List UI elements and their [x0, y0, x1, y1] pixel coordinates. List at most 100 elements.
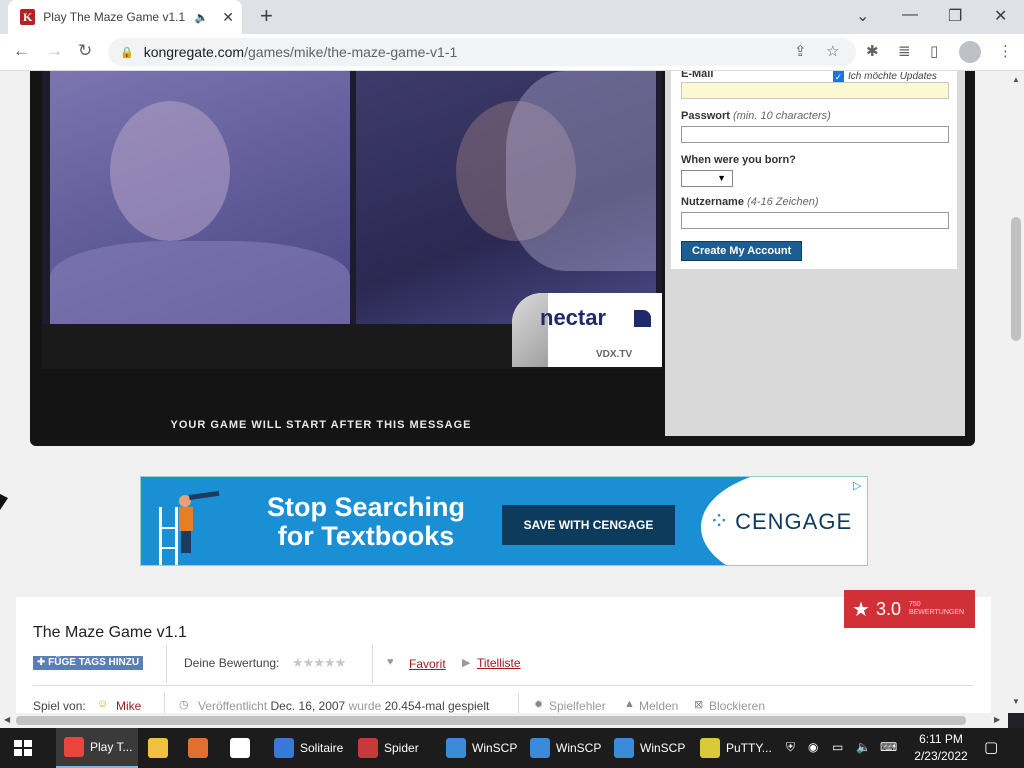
warning-icon[interactable]: ▲: [624, 698, 635, 710]
author-label: Spiel von:: [33, 699, 86, 713]
game-start-message: YOUR GAME WILL START AFTER THIS MESSAGE: [170, 419, 472, 431]
info-divider: [33, 685, 973, 686]
ad-image-man: [356, 71, 656, 324]
lock-icon[interactable]: 🔒: [120, 46, 134, 59]
taskbar-item[interactable]: Play T...: [56, 728, 138, 768]
horizontal-scrollbar[interactable]: ◀ ▶: [0, 713, 1008, 728]
media-control-icon[interactable]: ≣: [898, 42, 911, 60]
taskbar-item-label: Spider: [384, 741, 419, 755]
published-date: Dec. 16, 2007: [270, 699, 346, 713]
url-text: kongregate.com/games/mike/the-maze-game-…: [144, 44, 458, 60]
security-shield-icon[interactable]: ⛨: [786, 740, 795, 755]
cengage-banner-ad[interactable]: Stop Searching for Textbooks SAVE WITH C…: [140, 476, 868, 566]
ad-image-woman: [50, 71, 350, 331]
taskbar-item[interactable]: WinSCP: [606, 728, 688, 768]
favorite-link[interactable]: Favorit: [409, 657, 446, 671]
heart-icon[interactable]: ♥: [387, 656, 394, 668]
network-icon[interactable]: ▭: [832, 740, 843, 754]
create-account-button[interactable]: Create My Account: [681, 241, 803, 261]
birthdate-select[interactable]: ▼: [681, 170, 733, 187]
menu-dots-icon[interactable]: ⋮: [998, 42, 1013, 60]
chrome-tray-icon[interactable]: ◉: [808, 740, 818, 754]
ad-headline: Stop Searching for Textbooks: [241, 493, 491, 551]
scroll-up-icon[interactable]: ▲: [1012, 75, 1020, 84]
bug-icon[interactable]: ✹: [534, 698, 543, 711]
tab-title: Play The Maze Game v1.1, a: [43, 10, 185, 24]
new-tab-button[interactable]: +: [260, 5, 273, 27]
bookmark-star-icon[interactable]: ☆: [826, 42, 839, 60]
taskbar-item-label: Play T...: [90, 740, 133, 754]
profile-avatar-icon[interactable]: [959, 41, 981, 63]
taskbar-item[interactable]: [140, 728, 178, 768]
tab-close-icon[interactable]: ✕: [222, 9, 234, 26]
taskbar-item[interactable]: WinSCP: [438, 728, 520, 768]
ad-headline-line2: for Textbooks: [277, 521, 455, 551]
browser-tab-active[interactable]: K Play The Maze Game v1.1, a 🔈 ✕: [8, 0, 242, 34]
scroll-down-icon[interactable]: ▼: [1012, 697, 1020, 706]
video-ad[interactable]: nectar VDX.TV: [42, 71, 662, 369]
nectar-ad-overlay[interactable]: nectar VDX.TV: [512, 293, 662, 367]
extensions-puzzle-icon[interactable]: ✱: [866, 42, 879, 60]
password-field[interactable]: [681, 126, 949, 143]
taskbar-item-label: WinSCP: [556, 741, 602, 755]
share-icon[interactable]: ⇪: [794, 42, 807, 60]
clock-date: 2/23/2022: [914, 749, 968, 763]
cengage-mark-icon: ⁘: [709, 508, 730, 535]
password-label-text: Passwort: [681, 110, 730, 122]
taskbar-item[interactable]: [222, 728, 262, 768]
taskbar-clock[interactable]: 6:11 PM 2/23/2022: [906, 731, 976, 765]
windows-start-icon[interactable]: [14, 740, 32, 756]
tab-audio-icon[interactable]: 🔈: [195, 11, 209, 24]
username-label: Nutzername (4-16 Zeichen): [681, 196, 819, 208]
author-link[interactable]: Mike: [116, 699, 141, 713]
your-rating-label: Deine Bewertung:: [184, 656, 280, 670]
block-icon[interactable]: ⊠: [694, 698, 703, 711]
taskbar-item[interactable]: [180, 728, 220, 768]
address-bar[interactable]: 🔒 kongregate.com/games/mike/the-maze-gam…: [108, 38, 856, 66]
taskbar-item-label: Solitaire: [300, 741, 344, 755]
restore-button[interactable]: ❐: [948, 6, 962, 26]
password-label: Passwort (min. 10 characters): [681, 110, 831, 122]
plays-label: wurde: [348, 699, 382, 713]
block-link[interactable]: Blockieren: [709, 699, 765, 713]
add-tags-button[interactable]: ✚ FÜGE TAGS HINZU: [33, 656, 144, 670]
tab-search-icon[interactable]: ⌄: [856, 6, 869, 26]
side-panel-icon[interactable]: ▯: [930, 42, 938, 60]
playlist-link[interactable]: Titelliste: [477, 656, 521, 670]
updates-checkbox[interactable]: ✓ Ich möchte Updates: [833, 71, 937, 82]
ad-cta-button[interactable]: SAVE WITH CENGAGE: [502, 505, 675, 545]
ime-icon[interactable]: ⌨: [880, 740, 897, 754]
notification-icon[interactable]: ▢: [984, 738, 998, 756]
window-close-button[interactable]: ✕: [994, 6, 1007, 26]
adchoices-icon[interactable]: ▷: [853, 479, 861, 492]
scroll-right-icon[interactable]: ▶: [994, 715, 1000, 724]
taskbar-item[interactable]: Spider: [350, 728, 434, 768]
reload-icon[interactable]: ↻: [78, 42, 92, 60]
rating-value: 3.0: [875, 598, 901, 619]
report-link[interactable]: Melden: [639, 699, 678, 713]
vertical-scrollbar[interactable]: ▲ ▼: [1008, 71, 1024, 713]
play-triangle-icon[interactable]: ▶: [462, 656, 470, 669]
bug-report-link[interactable]: Spielfehler: [549, 699, 606, 713]
taskbar-app-icon: [274, 738, 294, 758]
forward-arrow-icon[interactable]: →: [46, 42, 63, 60]
clock-icon: ◷: [179, 699, 189, 711]
checkbox-checked-icon[interactable]: ✓: [833, 71, 844, 82]
taskbar-item[interactable]: WinSCP: [522, 728, 604, 768]
vdx-label: VDX.TV: [596, 349, 633, 360]
published-label: Veröffentlicht: [198, 699, 268, 713]
browser-titlebar: K Play The Maze Game v1.1, a 🔈 ✕ + ⌄ — ❐…: [0, 0, 1024, 34]
volume-icon[interactable]: 🔈: [856, 740, 871, 754]
back-arrow-icon[interactable]: ←: [13, 42, 30, 60]
scroll-left-icon[interactable]: ◀: [4, 715, 10, 724]
nectar-logo: nectar: [540, 305, 607, 330]
taskbar-item[interactable]: PuTTY...: [692, 728, 774, 768]
horizontal-scroll-thumb[interactable]: [16, 716, 966, 725]
username-field[interactable]: [681, 212, 949, 229]
rating-stars-input[interactable]: ★★★★★: [292, 655, 346, 671]
email-field[interactable]: [681, 82, 949, 99]
minimize-button[interactable]: —: [902, 6, 918, 24]
taskbar-item[interactable]: Solitaire: [266, 728, 348, 768]
nectar-logo-mark-icon: [634, 310, 651, 327]
vertical-scroll-thumb[interactable]: [1011, 217, 1021, 341]
